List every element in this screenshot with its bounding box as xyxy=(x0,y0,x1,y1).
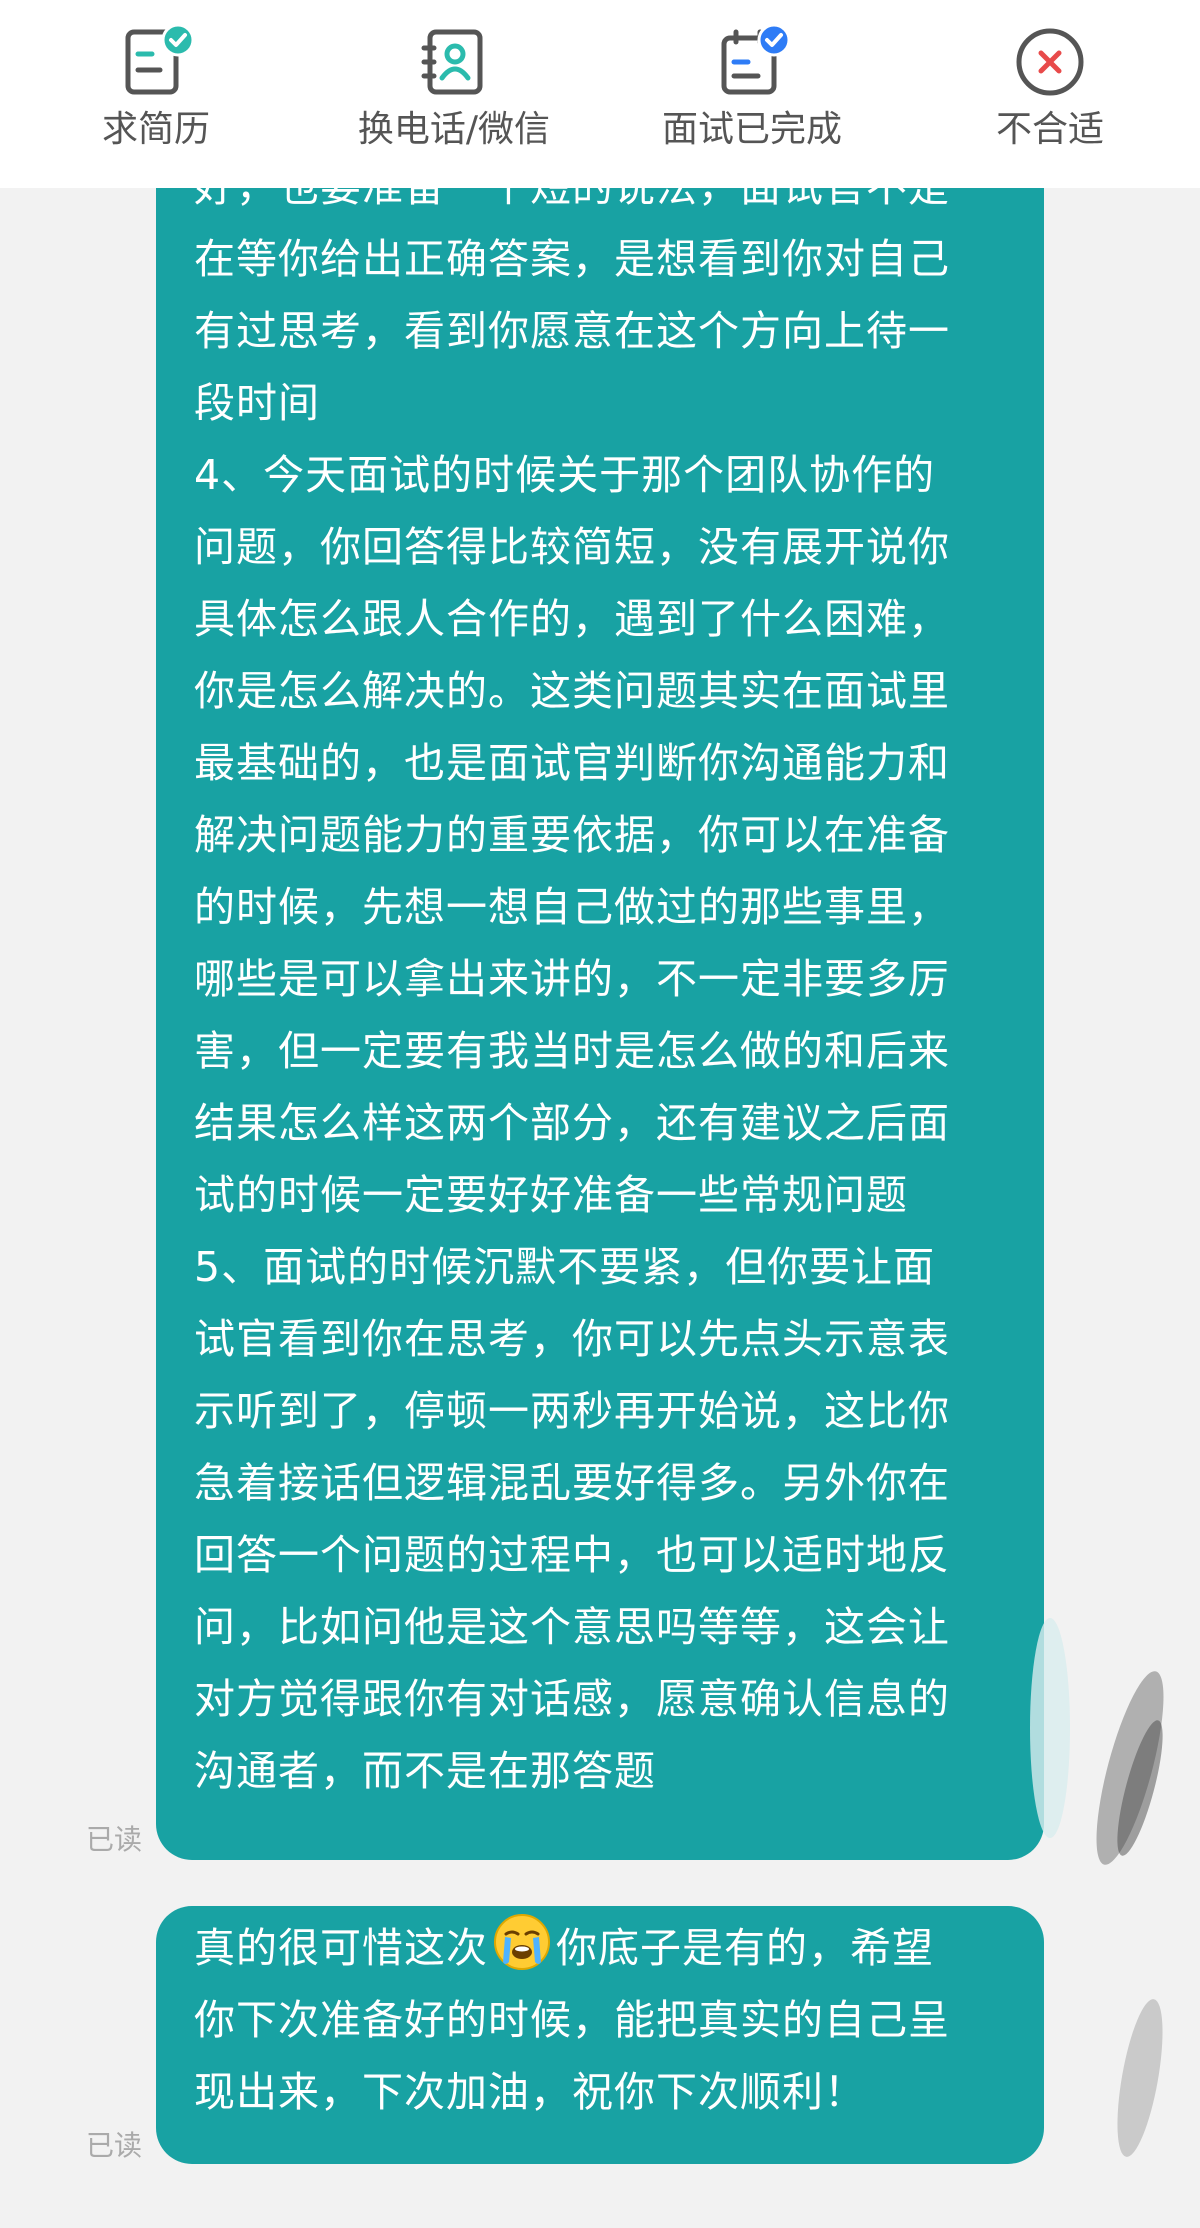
loudly-crying-face-emoji xyxy=(494,1914,550,1970)
message-line: 沟通者，而不是在那答题 xyxy=(194,1747,656,1795)
message-line: 有过思考，看到你愿意在这个方向上待一 xyxy=(194,307,950,355)
message-line: 你是怎么解决的。这类问题其实在面试里 xyxy=(194,667,950,715)
message-bubble[interactable]: 好，也要准备一个短的说法，面试官不是 在等你给出正确答案，是想看到你对自己 有过… xyxy=(156,148,1044,1860)
message-line: 问题，你回答得比较简短，没有展开说你 xyxy=(194,523,950,571)
message-bubble[interactable]: 真的很可惜这次 你底子是有的，希望 你下次准备好的时候，能把真实的自己呈 现出来… xyxy=(156,1906,1044,2164)
message-line: 问，比如问他是这个意思吗等等，这会让 xyxy=(194,1603,950,1651)
message-line: 解决问题能力的重要依据，你可以在准备 xyxy=(194,811,950,859)
message-line: 结果怎么样这两个部分，还有建议之后面 xyxy=(194,1099,950,1147)
message-line: 真的很可惜这次 你底子是有的，希望 xyxy=(194,1912,950,1984)
message-fragment: 真的很可惜这次 xyxy=(194,1924,488,1972)
interview-done-icon xyxy=(721,24,790,95)
message-line: 示听到了，停顿一两秒再开始说，这比你 xyxy=(194,1387,950,1435)
message-line: 具体怎么跟人合作的，遇到了什么困难， xyxy=(194,595,950,643)
message-text: 好，也要准备一个短的说法，面试官不是 在等你给出正确答案，是想看到你对自己 有过… xyxy=(194,151,950,1807)
message-line: 的时候，先想一想自己做过的那些事里， xyxy=(194,883,950,931)
message-line: 害，但一定要有我当时是怎么做的和后来 xyxy=(194,1027,950,1075)
request-resume-label: 求简历 xyxy=(101,109,210,150)
message-line: 急着接话但逻辑混乱要好得多。另外你在 xyxy=(194,1459,950,1507)
read-status: 已读 xyxy=(86,1823,143,1856)
interview-done-label: 面试已完成 xyxy=(661,109,842,150)
message-line: 试的时候一定要好好准备一些常规问题 xyxy=(194,1171,908,1219)
message-line: 5、面试的时候沉默不要紧，但你要让面 xyxy=(194,1243,936,1291)
message-line: 现出来，下次加油，祝你下次顺利！ xyxy=(194,2068,866,2116)
message-fragment: 你底子是有的，希望 xyxy=(556,1924,934,1972)
exchange-contact-button[interactable]: 换电话/微信 xyxy=(304,0,604,188)
message-line: 你下次准备好的时候，能把真实的自己呈 xyxy=(194,1996,950,2044)
read-status: 已读 xyxy=(86,2129,143,2162)
interview-done-button[interactable]: 面试已完成 xyxy=(602,0,902,188)
message-line: 回答一个问题的过程中，也可以适时地反 xyxy=(194,1531,950,1579)
message-line: 哪些是可以拿出来讲的，不一定非要多厉 xyxy=(194,955,950,1003)
message-line: 对方觉得跟你有对话感，愿意确认信息的 xyxy=(194,1675,950,1723)
message-line: 在等你给出正确答案，是想看到你对自己 xyxy=(194,235,950,283)
message-text: 真的很可惜这次 你底子是有的，希望 你下次准备好的时候，能把真实的自己呈 现出来… xyxy=(194,1912,950,2128)
resume-request-icon xyxy=(125,24,194,95)
exchange-contact-label: 换电话/微信 xyxy=(357,109,551,150)
reject-label: 不合适 xyxy=(995,109,1104,150)
message-line: 最基础的，也是面试官判断你沟通能力和 xyxy=(194,739,950,787)
reject-icon xyxy=(1016,28,1084,96)
action-bar: 求简历 换电话/微信 面试已完成 不合适 xyxy=(0,0,1200,188)
message-line: 段时间 xyxy=(194,379,320,427)
reject-button[interactable]: 不合适 xyxy=(900,0,1200,188)
page-smudge-decoration xyxy=(1030,1618,1164,2157)
chat-messages: 好，也要准备一个短的说法，面试官不是 在等你给出正确答案，是想看到你对自己 有过… xyxy=(0,148,1200,2212)
exchange-contact-icon xyxy=(421,29,483,95)
message-line: 试官看到你在思考，你可以先点头示意表 xyxy=(194,1315,950,1363)
message-line: 4、今天面试的时候关于那个团队协作的 xyxy=(194,451,936,499)
request-resume-button[interactable]: 求简历 xyxy=(6,0,306,188)
